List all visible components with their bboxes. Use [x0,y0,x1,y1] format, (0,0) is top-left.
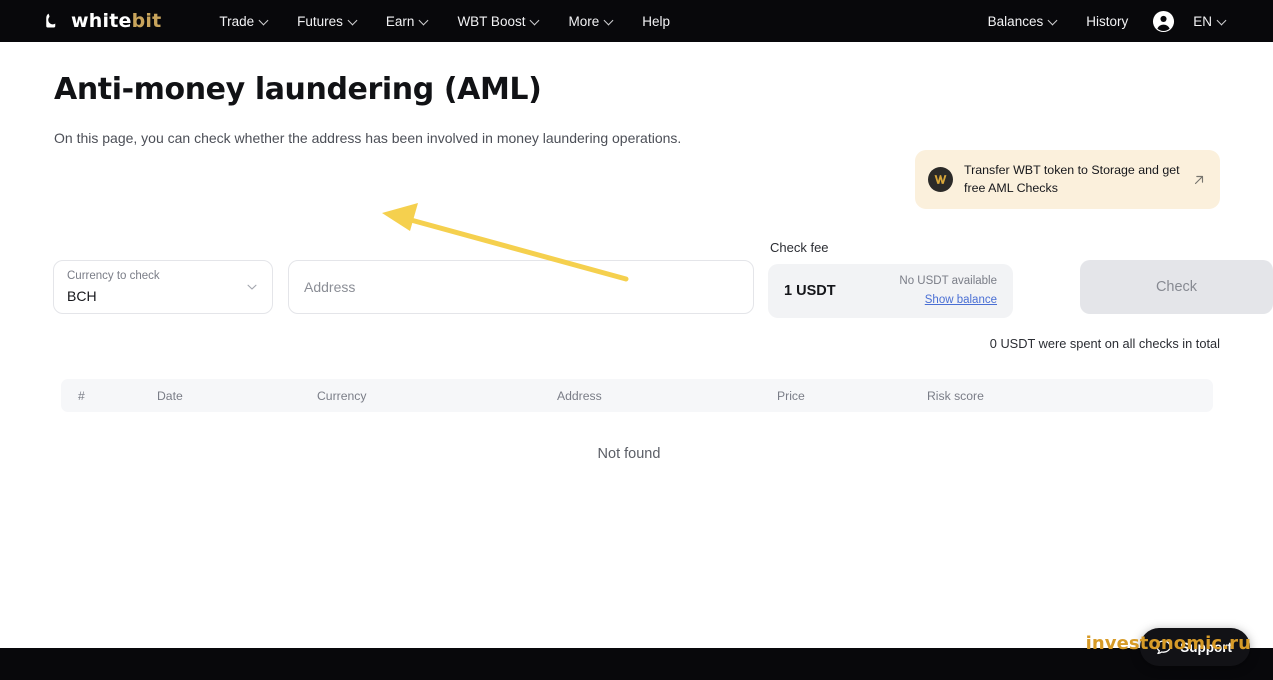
currency-to-check-select[interactable]: Currency to check BCH [53,260,273,314]
logo-wordmark: whitebit [71,9,162,32]
nav-item-balances[interactable]: Balances [974,8,1073,35]
chevron-down-icon [531,16,540,25]
nav-item-wbt-boost[interactable]: WBT Boost [443,8,554,35]
check-fee-block: Check fee 1 USDT No USDT available Show … [768,240,1013,318]
empty-state-message: Not found [597,446,661,462]
nav-item-more[interactable]: More [554,8,628,35]
nav-item-language[interactable]: EN [1179,8,1241,35]
column-header-date: Date [157,388,183,403]
whitebit-rabbit-logo-icon [46,13,56,28]
total-spent-note: 0 USDT were spent on all checks in total [989,336,1220,351]
logo-text-white: white [71,9,132,32]
promo-banner-text: Transfer WBT token to Storage and get fr… [964,162,1180,195]
page-title: Anti-money laundering (AML) [54,72,542,107]
column-header-risk-score: Risk score [927,388,984,403]
nav-item-trade-label: Trade [219,13,255,29]
wbt-token-icon [928,167,953,192]
promo-banner[interactable]: Transfer WBT token to Storage and get fr… [915,150,1220,209]
nav-item-trade[interactable]: Trade [205,8,283,35]
page-content: Anti-money laundering (AML) On this page… [0,72,1273,462]
nav-item-help[interactable]: Help [628,8,684,35]
column-header-price: Price [777,388,805,403]
top-navigation-bar: whitebit Trade Futures Earn WBT Boost Mo… [0,0,1273,42]
nav-item-earn[interactable]: Earn [372,8,444,35]
page-subtitle: On this page, you can check whether the … [54,130,682,146]
watermark: investonomic.ru [1085,633,1251,654]
nav-item-history-label: History [1086,13,1129,29]
chevron-down-icon [349,16,358,25]
column-header-currency: Currency [317,388,367,403]
account-circle-icon[interactable] [1152,10,1175,33]
nav-item-earn-label: Earn [385,13,415,29]
nav-item-wbt-boost-label: WBT Boost [457,13,526,29]
column-header-address: Address [557,388,602,403]
check-fee-amount: 1 USDT [784,283,836,299]
currency-select-value: BCH [67,287,97,304]
nav-item-help-label: Help [642,13,670,29]
nav-item-more-label: More [568,13,600,29]
chevron-down-icon [1218,16,1227,25]
chevron-down-icon [420,16,429,25]
check-fee-caption: Check fee [770,240,829,255]
external-link-arrow-icon [1194,175,1204,184]
chevron-down-icon [260,16,269,25]
chevron-down-icon [247,284,257,290]
address-input[interactable]: Address [288,260,754,314]
aml-check-form: Currency to check BCH Address Check fee … [53,240,1273,318]
wbt-w-glyph-icon [934,175,947,184]
footer-bar [0,648,1273,680]
address-input-placeholder: Address [304,279,356,295]
column-header-number: # [78,388,85,403]
nav-item-language-label: EN [1193,13,1212,29]
show-balance-link[interactable]: Show balance [925,294,997,306]
nav-item-futures-label: Futures [297,13,343,29]
nav-item-history[interactable]: History [1072,8,1142,35]
nav-item-futures[interactable]: Futures [283,8,372,35]
check-fee-box: 1 USDT No USDT available Show balance [768,264,1013,318]
nav-item-balances-label: Balances [987,13,1044,29]
currency-select-label: Currency to check [67,270,160,282]
nav-right-group: Balances History EN [974,8,1241,35]
chevron-down-icon [605,16,614,25]
whitebit-logo[interactable]: whitebit [44,11,161,31]
logo-text-gold: bit [131,9,162,32]
table-header-row: # Date Currency Address Price Risk score [61,379,1213,412]
checks-history-table: # Date Currency Address Price Risk score… [61,379,1213,462]
check-button[interactable]: Check [1080,260,1273,314]
chevron-down-icon [1049,16,1058,25]
no-balance-note: No USDT available [899,275,997,288]
check-fee-balance-group: No USDT available Show balance [899,274,997,308]
main-nav-items: Trade Futures Earn WBT Boost More Help [205,8,684,35]
